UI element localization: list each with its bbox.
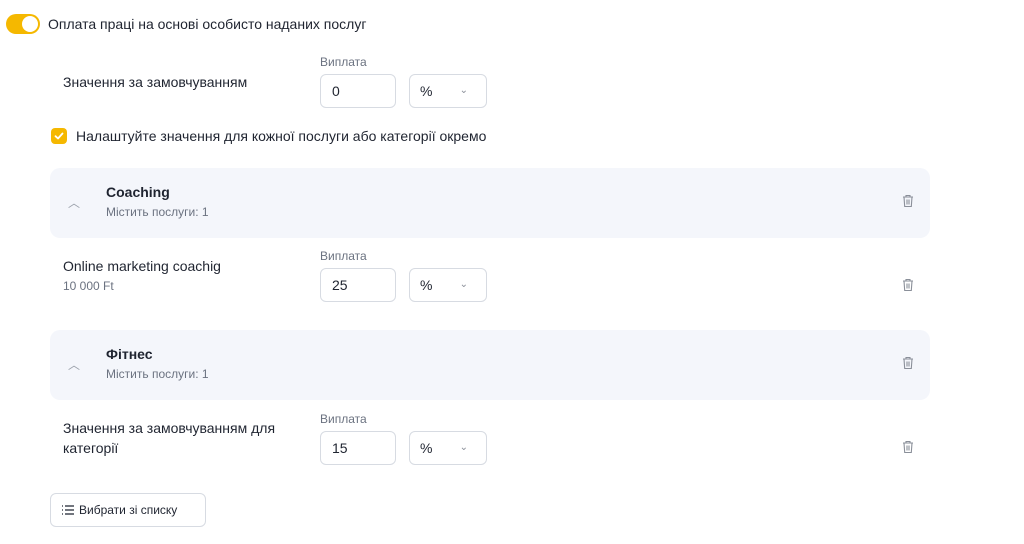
default-payout-input[interactable]: 0 (320, 74, 396, 108)
category-services-count: Містить послуги: 1 (106, 367, 209, 381)
service-price: 10 000 Ft (63, 279, 114, 293)
check-icon (54, 132, 64, 140)
chevron-down-icon: ⌄ (459, 85, 468, 96)
list-icon (62, 505, 74, 515)
per-service-checkbox[interactable] (51, 128, 67, 144)
payout-field-label: Виплата (320, 412, 367, 426)
service-payout-input[interactable]: 25 (320, 268, 396, 302)
select-from-list-button[interactable]: Вибрати зі списку (50, 493, 206, 527)
category-default-label-line1: Значення за замовчуванням для (63, 420, 276, 436)
chevron-down-icon: ⌄ (459, 442, 468, 453)
category-title: Фітнес (106, 346, 153, 362)
payroll-toggle[interactable] (6, 14, 40, 34)
service-unit-select[interactable]: % ⌄ (409, 268, 487, 302)
category-coaching[interactable]: ︿ Coaching Містить послуги: 1 (50, 168, 930, 238)
category-payout-input[interactable]: 15 (320, 431, 396, 465)
chevron-up-icon[interactable]: ︿ (68, 194, 80, 211)
payroll-toggle-label: Оплата праці на основі особисто наданих … (48, 16, 367, 32)
unit-value: % (420, 83, 433, 99)
category-unit-select[interactable]: % ⌄ (409, 431, 487, 465)
chevron-down-icon: ⌄ (459, 279, 468, 290)
chevron-up-icon[interactable]: ︿ (68, 356, 80, 373)
category-services-count: Містить послуги: 1 (106, 205, 209, 219)
unit-value: % (420, 440, 433, 456)
toggle-knob (22, 16, 38, 32)
trash-icon[interactable] (902, 356, 914, 375)
category-default-label-line2: категорії (63, 440, 119, 456)
trash-icon[interactable] (902, 194, 914, 213)
select-from-list-label: Вибрати зі списку (79, 503, 178, 517)
category-fitness[interactable]: ︿ Фітнес Містить послуги: 1 (50, 330, 930, 400)
default-value-label: Значення за замовчуванням (63, 74, 248, 90)
payout-field-label: Виплата (320, 249, 367, 263)
payout-field-label: Виплата (320, 55, 367, 69)
trash-icon[interactable] (902, 278, 914, 297)
per-service-checkbox-label: Налаштуйте значення для кожної послуги а… (76, 128, 487, 144)
service-name: Online marketing coachig (63, 258, 221, 274)
trash-icon[interactable] (902, 440, 914, 459)
default-unit-select[interactable]: % ⌄ (409, 74, 487, 108)
category-title: Coaching (106, 184, 170, 200)
unit-value: % (420, 277, 433, 293)
